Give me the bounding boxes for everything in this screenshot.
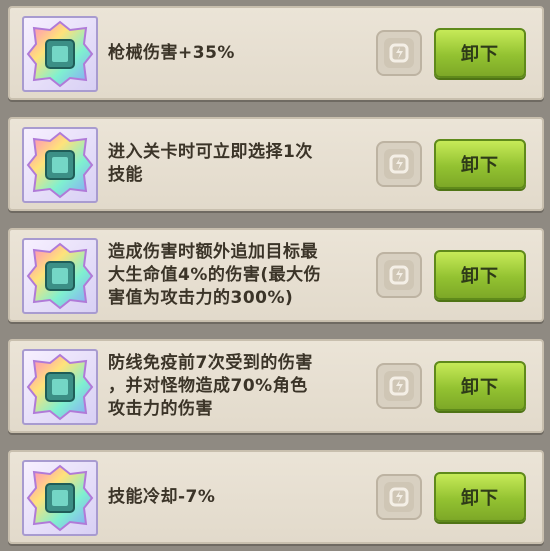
prism-gem-icon xyxy=(22,349,98,425)
lock-icon xyxy=(384,260,414,290)
skill-row: 造成伤害时额外追加目标最 大生命值4%的伤害(最大伤 害值为攻击力的300%) … xyxy=(8,228,544,322)
unequip-button[interactable]: 卸下 xyxy=(434,250,526,300)
lock-icon xyxy=(384,371,414,401)
lock-icon xyxy=(384,38,414,68)
skill-row: 枪械伤害+35% 卸下 xyxy=(8,6,544,100)
skill-row: 防线免疫前7次受到的伤害 ，并对怪物造成70%角色 攻击力的伤害 卸下 xyxy=(8,339,544,433)
lock-button[interactable] xyxy=(376,30,422,76)
prism-gem-icon xyxy=(22,16,98,92)
skill-row: 技能冷却-7% 卸下 xyxy=(8,450,544,544)
prism-gem-icon xyxy=(22,460,98,536)
unequip-button[interactable]: 卸下 xyxy=(434,139,526,189)
lock-button[interactable] xyxy=(376,252,422,298)
skill-description: 枪械伤害+35% xyxy=(108,42,235,63)
lock-button[interactable] xyxy=(376,474,422,520)
equipped-skill-list: 枪械伤害+35% 卸下 进入关卡时可立即选择1次 技能 卸下 造成伤害时额外追加… xyxy=(0,0,550,551)
skill-description: 进入关卡时可立即选择1次 技能 xyxy=(108,142,313,185)
prism-gem-icon xyxy=(22,127,98,203)
unequip-button[interactable]: 卸下 xyxy=(434,361,526,411)
unequip-button[interactable]: 卸下 xyxy=(434,472,526,522)
lock-button[interactable] xyxy=(376,141,422,187)
prism-gem-icon xyxy=(22,238,98,314)
lock-button[interactable] xyxy=(376,363,422,409)
lock-icon xyxy=(384,482,414,512)
skill-description: 防线免疫前7次受到的伤害 ，并对怪物造成70%角色 攻击力的伤害 xyxy=(108,352,313,419)
skill-row: 进入关卡时可立即选择1次 技能 卸下 xyxy=(8,117,544,211)
skill-description: 技能冷却-7% xyxy=(108,486,216,507)
skill-description: 造成伤害时额外追加目标最 大生命值4%的伤害(最大伤 害值为攻击力的300%) xyxy=(108,241,322,308)
lock-icon xyxy=(384,149,414,179)
unequip-button[interactable]: 卸下 xyxy=(434,28,526,78)
